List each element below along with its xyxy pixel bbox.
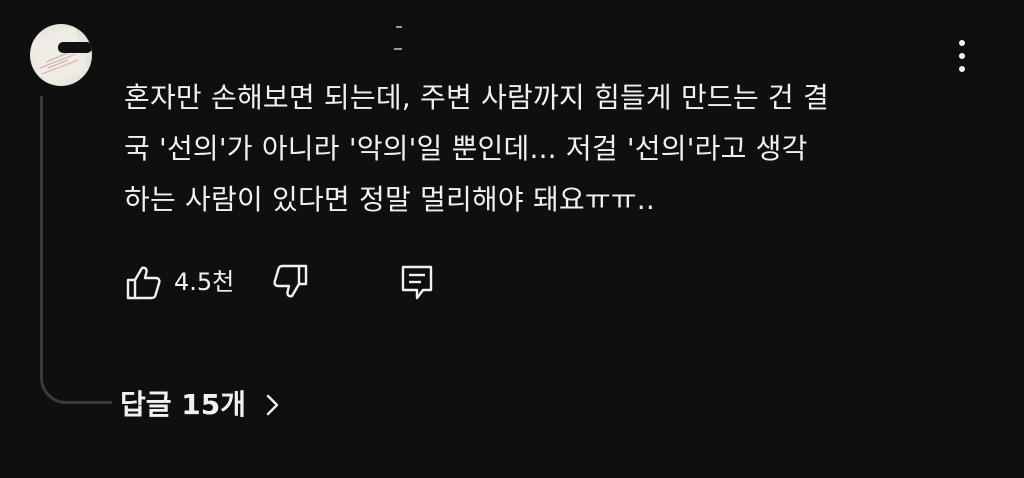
like-button[interactable]	[124, 262, 164, 302]
comment-text: 혼자만 손해보면 되는데, 주변 사람까지 힘들게 만드는 건 결 국 '선의'…	[124, 72, 964, 225]
comment-actions: 4.5천	[124, 262, 464, 306]
vertical-ellipsis-icon	[959, 40, 965, 46]
avatar-image	[30, 26, 92, 85]
avatar[interactable]	[30, 24, 92, 86]
view-replies-button[interactable]: 답글 15개	[120, 382, 282, 428]
chevron-right-icon	[266, 394, 279, 416]
dislike-button[interactable]	[270, 262, 310, 302]
reply-button[interactable]	[398, 262, 438, 302]
reply-comment-icon	[401, 265, 433, 300]
thumbs-down-icon	[273, 264, 308, 298]
comment-text-line: 혼자만 손해보면 되는데, 주변 사람까지 힘들게 만드는 건 결	[124, 81, 829, 114]
author-name-mark	[394, 26, 403, 54]
replies-count-label: 답글 15개	[120, 388, 246, 421]
comment-text-line: 하는 사람이 있다면 정말 멀리해야 돼요ㅠㅠ..	[124, 183, 655, 216]
comment-text-line: 국 '선의'가 아니라 '악의'일 뿐인데... 저걸 '선의'라고 생각	[124, 132, 808, 165]
thread-connector-line	[40, 96, 112, 404]
thumbs-up-icon	[126, 266, 161, 300]
like-count: 4.5천	[174, 268, 235, 296]
